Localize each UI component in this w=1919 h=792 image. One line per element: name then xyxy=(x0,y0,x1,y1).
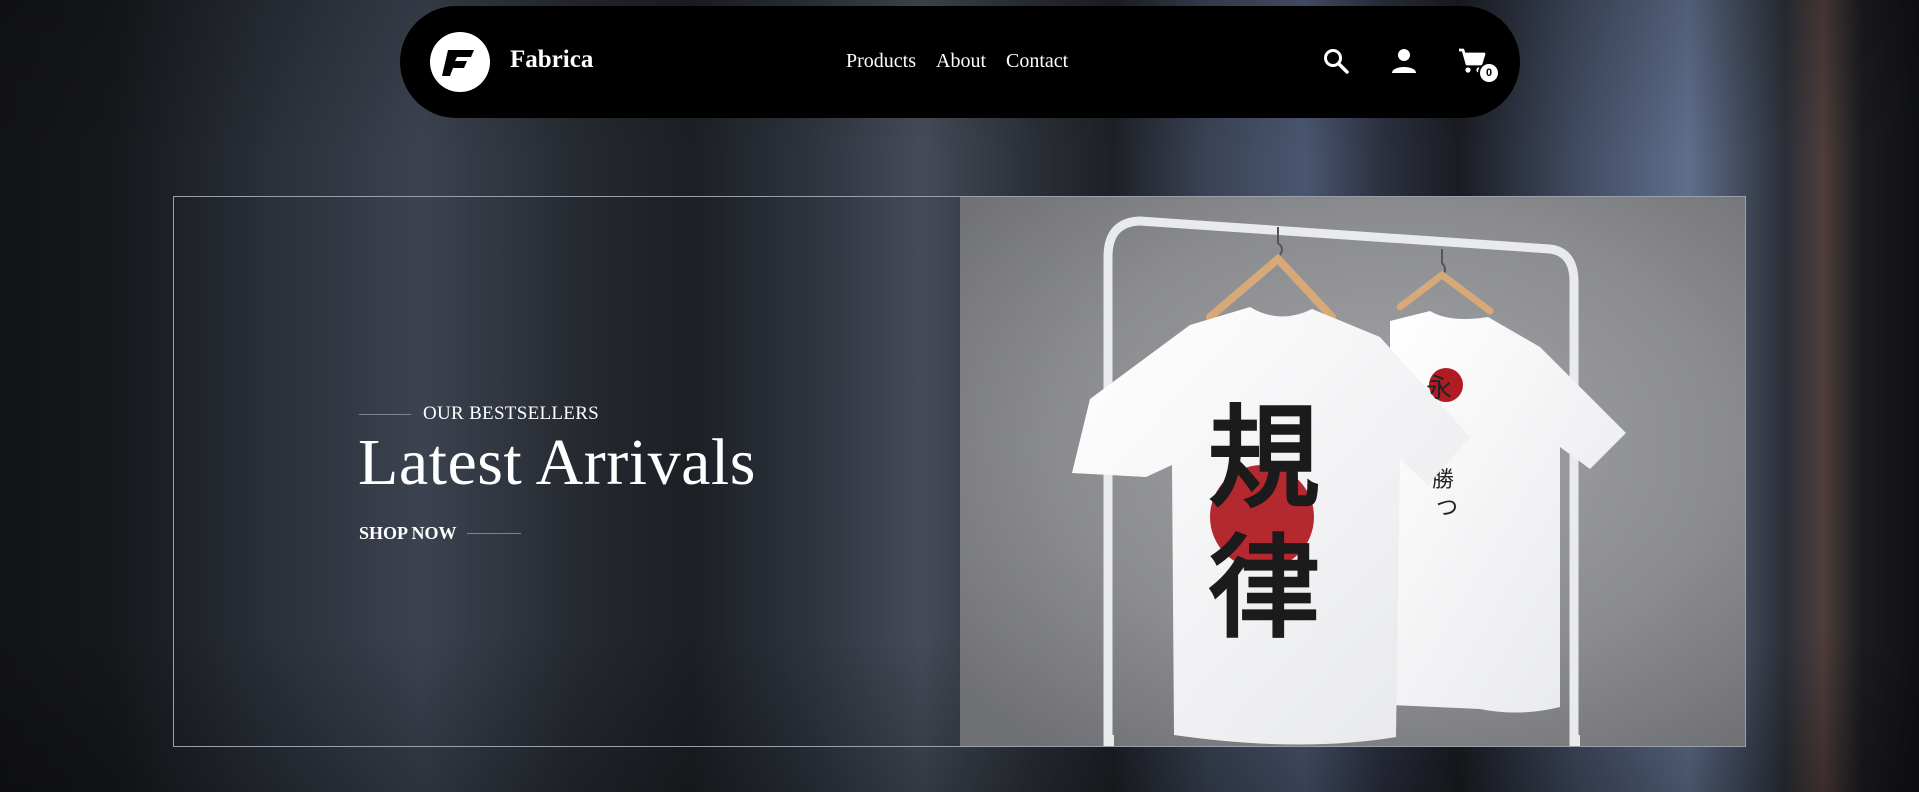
search-icon xyxy=(1324,49,1349,74)
cart-count-badge: 0 xyxy=(1480,64,1498,82)
logo[interactable] xyxy=(430,32,490,92)
hero-text-panel: OUR BESTSELLERS Latest Arrivals SHOP NOW xyxy=(174,197,960,746)
hero-eyebrow: OUR BESTSELLERS xyxy=(359,403,599,425)
navbar: Fabrica Products About Contact 0 xyxy=(400,6,1520,118)
nav-contact[interactable]: Contact xyxy=(1006,50,1068,73)
shop-now-label[interactable]: SHOP NOW xyxy=(359,523,457,544)
brand-name[interactable]: Fabrica xyxy=(510,46,593,74)
nav-icons: 0 xyxy=(1320,44,1498,82)
shop-now-link[interactable]: SHOP NOW xyxy=(359,523,521,544)
nav-products[interactable]: Products xyxy=(846,50,916,73)
eyebrow-text: OUR BESTSELLERS xyxy=(423,403,600,424)
svg-text:つ: つ xyxy=(1436,496,1458,521)
hero-banner: OUR BESTSELLERS Latest Arrivals SHOP NOW xyxy=(173,196,1746,747)
cart-button[interactable]: 0 xyxy=(1456,44,1498,82)
hero-title: Latest Arrivals xyxy=(358,426,756,499)
hero-product-image: 永 勝 つ 規 律 xyxy=(960,197,1745,746)
logo-f-icon xyxy=(442,50,474,76)
tshirts-on-rack-illustration: 永 勝 つ 規 律 xyxy=(960,197,1745,746)
account-button[interactable] xyxy=(1388,44,1420,78)
shop-now-divider xyxy=(466,533,521,534)
search-button[interactable] xyxy=(1320,44,1352,78)
main-menu: Products About Contact xyxy=(846,50,1068,73)
eyebrow-divider xyxy=(359,413,411,415)
svg-text:律: 律 xyxy=(1208,524,1320,654)
user-icon xyxy=(1392,49,1416,73)
svg-text:規: 規 xyxy=(1208,394,1320,524)
nav-about[interactable]: About xyxy=(936,50,986,73)
